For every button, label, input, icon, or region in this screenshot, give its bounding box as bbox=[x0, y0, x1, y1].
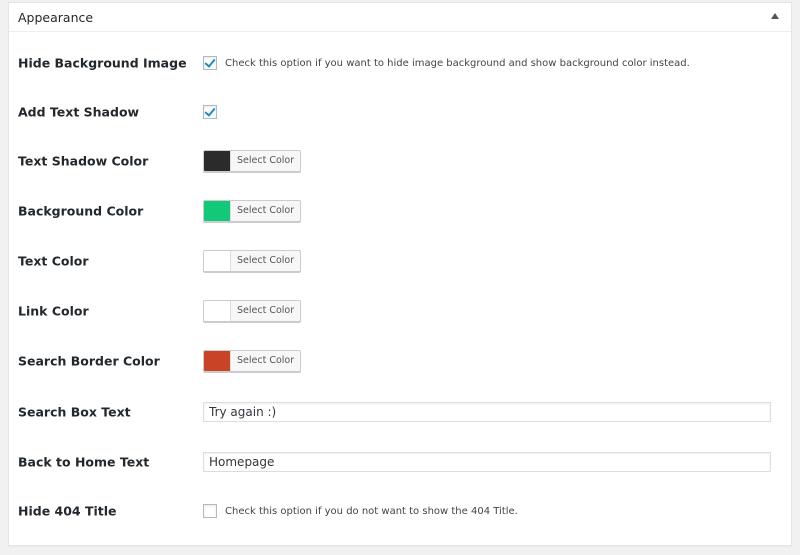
select-color-label: Select Color bbox=[237, 355, 295, 366]
text-shadow-color-picker[interactable]: Select Color bbox=[203, 150, 302, 172]
setting-label: Text Color bbox=[18, 253, 89, 269]
setting-label: Add Text Shadow bbox=[18, 104, 140, 120]
color-swatch bbox=[204, 251, 231, 271]
setting-label: Hide 404 Title bbox=[18, 503, 117, 519]
background-color-picker[interactable]: Select Color bbox=[203, 200, 302, 222]
setting-search-border-color: Search Border Color Select Color bbox=[9, 346, 791, 376]
color-swatch bbox=[204, 201, 231, 221]
color-swatch bbox=[204, 301, 231, 321]
link-color-picker[interactable]: Select Color bbox=[203, 300, 302, 322]
setting-description: Check this option if you want to hide im… bbox=[225, 57, 690, 69]
setting-label: Hide Background Image bbox=[18, 55, 187, 71]
back-home-text-input[interactable] bbox=[203, 452, 771, 472]
text-color-picker[interactable]: Select Color bbox=[203, 250, 302, 272]
setting-add-text-shadow: Add Text Shadow bbox=[9, 97, 791, 127]
setting-label: Back to Home Text bbox=[18, 454, 150, 470]
hide-background-image-checkbox[interactable] bbox=[203, 56, 217, 70]
setting-label: Search Box Text bbox=[18, 404, 131, 420]
select-color-label: Select Color bbox=[237, 255, 295, 266]
setting-text-shadow-color: Text Shadow Color Select Color bbox=[9, 146, 791, 176]
setting-description: Check this option if you do not want to … bbox=[225, 505, 518, 517]
select-color-label: Select Color bbox=[237, 205, 295, 216]
setting-label: Search Border Color bbox=[18, 353, 160, 369]
setting-label: Text Shadow Color bbox=[18, 153, 149, 169]
setting-label: Background Color bbox=[18, 203, 144, 219]
select-color-label: Select Color bbox=[237, 155, 295, 166]
color-swatch bbox=[204, 151, 231, 171]
setting-search-box-text: Search Box Text bbox=[9, 397, 791, 427]
search-box-text-input[interactable] bbox=[203, 402, 771, 422]
select-color-label: Select Color bbox=[237, 305, 295, 316]
setting-link-color: Link Color Select Color bbox=[9, 296, 791, 326]
setting-text-color: Text Color Select Color bbox=[9, 246, 791, 276]
setting-hide-404-title: Hide 404 Title Check this option if you … bbox=[9, 496, 791, 526]
hide-404-title-checkbox[interactable] bbox=[203, 504, 217, 518]
appearance-panel: Appearance Hide Background Image Check t… bbox=[8, 2, 792, 546]
arrow-up-icon[interactable] bbox=[771, 13, 779, 19]
color-swatch bbox=[204, 351, 231, 371]
panel-header[interactable]: Appearance bbox=[9, 3, 791, 32]
add-text-shadow-checkbox[interactable] bbox=[203, 105, 217, 119]
setting-hide-background-image: Hide Background Image Check this option … bbox=[9, 48, 791, 78]
panel-title: Appearance bbox=[18, 10, 94, 25]
setting-label: Link Color bbox=[18, 303, 89, 319]
setting-background-color: Background Color Select Color bbox=[9, 196, 791, 226]
setting-back-home-text: Back to Home Text bbox=[9, 447, 791, 477]
search-border-color-picker[interactable]: Select Color bbox=[203, 350, 302, 372]
